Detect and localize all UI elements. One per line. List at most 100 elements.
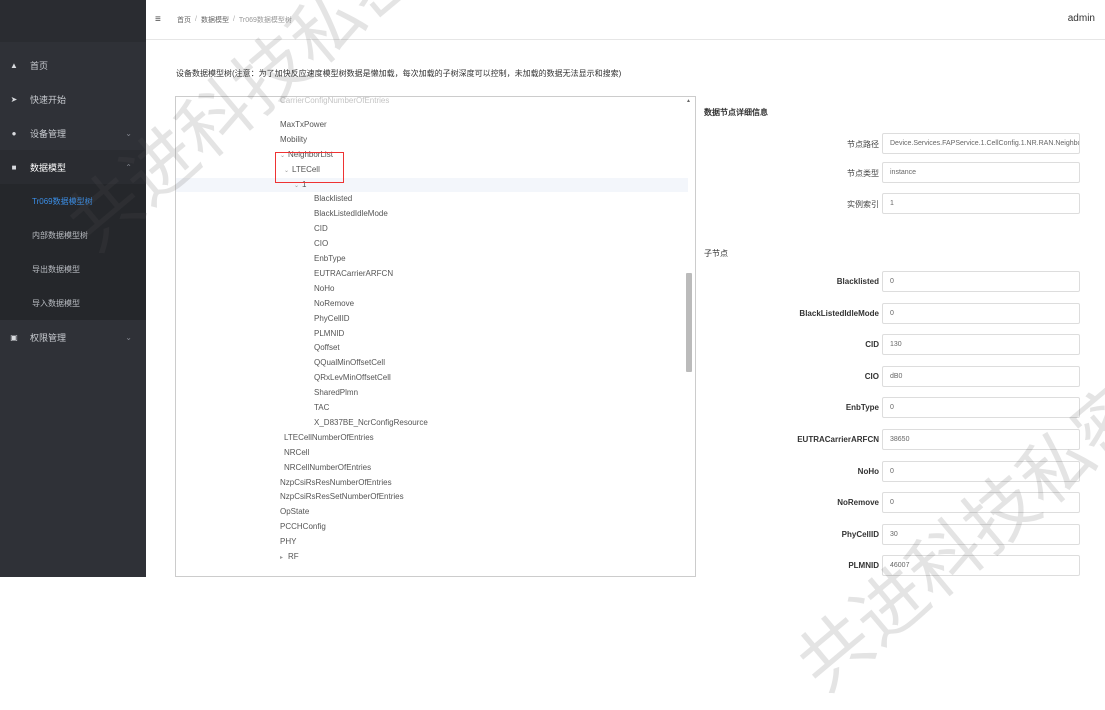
tree-node[interactable]: Mobility (176, 133, 307, 147)
sidebar-subitem-export-model[interactable]: 导出数据模型 (0, 252, 146, 286)
tree-node-label: NRCellNumberOfEntries (284, 462, 372, 472)
user-menu[interactable]: admin (1068, 13, 1095, 24)
child-field-label: EnbType (845, 403, 879, 413)
tree-node[interactable]: NoHo (176, 282, 334, 296)
tree-node[interactable]: LTECellNumberOfEntries (176, 431, 374, 445)
child-field-value[interactable]: 0 (882, 460, 1080, 482)
tree-node[interactable]: Qoffset (176, 341, 340, 355)
tree-node[interactable]: OpState (176, 505, 309, 519)
sidebar-logo (0, 0, 146, 42)
sidebar-item-home[interactable]: ▲ 首页 (0, 48, 146, 82)
tree-node[interactable]: MaxTxPower (176, 118, 327, 132)
tree-node-label: PhyCellID (314, 313, 350, 323)
tree-node[interactable]: TAC (176, 401, 329, 415)
breadcrumb: 首页 / 数据模型 / Tr069数据模型树 (177, 15, 292, 25)
tree-node-label: NoHo (314, 283, 335, 293)
tree-node-label: QRxLevMinOffsetCell (314, 373, 391, 383)
document-icon: ■ (11, 162, 17, 172)
child-field-label: PLMNID (848, 561, 879, 571)
child-field-value[interactable]: 0 (882, 302, 1080, 324)
tree-node-label: SharedPlmn (314, 388, 359, 398)
tree-node[interactable]: ⌄ 1 (176, 177, 688, 192)
tree-node[interactable]: PhyCellID (176, 312, 350, 326)
tree-node[interactable]: SharedPlmn (176, 386, 358, 400)
child-field-value[interactable]: 0 (882, 271, 1080, 292)
tree-node[interactable]: EnbType (176, 252, 346, 266)
child-field-label: PhyCellID (841, 529, 879, 539)
menu-toggle-icon[interactable]: ≡ (155, 14, 169, 25)
field-label: 节点类型 (847, 169, 879, 178)
tree-node-label: CIO (314, 239, 329, 249)
tree-node-label: NzpCsiRsResSetNumberOfEntries (280, 492, 404, 502)
tree-node-label: TAC (314, 403, 330, 412)
id-card-icon: ▣ (10, 332, 18, 342)
chevron-up-icon: ⌃ (125, 162, 132, 172)
tree-node-label: Blacklisted (314, 194, 353, 204)
tree-node[interactable]: ▸ RF (176, 550, 299, 564)
child-field-value[interactable]: 30 (882, 523, 1080, 545)
tree-node[interactable]: QQualMinOffsetCell (176, 356, 385, 370)
child-field-value[interactable]: 0 (882, 397, 1080, 419)
field-value[interactable]: instance (882, 162, 1080, 183)
breadcrumb-home[interactable]: 首页 (177, 15, 191, 25)
field-value[interactable]: 1 (882, 193, 1080, 214)
tree-node-label: Qoffset (314, 343, 340, 353)
scroll-up-icon[interactable]: ▲ (686, 98, 691, 104)
child-field-value[interactable]: 130 (882, 334, 1080, 356)
sidebar-subitem-internal-tree[interactable]: 内部数据模型树 (0, 218, 146, 252)
child-field-label: NoHo (857, 466, 879, 476)
child-field-label: CID (865, 340, 879, 350)
sidebar-item-label: 设备管理 (30, 128, 67, 139)
tree-node[interactable]: NoRemove (176, 297, 354, 311)
tree-node[interactable]: NzpCsiRsResNumberOfEntries (176, 476, 392, 490)
child-field-label: CIO (864, 371, 879, 381)
child-field-value[interactable]: 0 (882, 492, 1080, 514)
child-field-value[interactable]: 46007 (882, 555, 1080, 577)
tree-node-label: PLMNID (314, 328, 345, 338)
tree-node[interactable]: BlackListedIdleMode (176, 207, 388, 221)
tree-node-label: PCCHConfig (280, 522, 326, 532)
tree-node[interactable]: CID (176, 222, 328, 236)
child-field-label: EUTRACarrierARFCN (797, 435, 879, 444)
breadcrumb-current: Tr069数据模型树 (238, 16, 292, 24)
tree-node[interactable]: Blacklisted (176, 192, 352, 206)
tree-node-label: MaxTxPower (280, 119, 327, 129)
sidebar-subitem-tr069-tree[interactable]: Tr069数据模型树 (0, 184, 146, 218)
sidebar-item-data-model[interactable]: ■ 数据模型 ⌃ (0, 150, 146, 184)
child-field-label: NoRemove (837, 498, 879, 508)
tree-node-label: NRCell (284, 447, 310, 457)
child-field-label: Blacklisted (836, 277, 879, 286)
tree-node[interactable]: CarrierConfigNumberOfEntries (176, 97, 389, 108)
sidebar-item-permissions[interactable]: ▣ 权限管理 ⌄ (0, 320, 146, 354)
sidebar-subitem-import-model[interactable]: 导入数据模型 (0, 286, 146, 320)
tree-node[interactable]: NzpCsiRsResSetNumberOfEntries (176, 490, 404, 504)
tree-node[interactable]: EUTRACarrierARFCN (176, 267, 393, 281)
tree-node[interactable]: NRCell (176, 446, 309, 460)
tree-node-label: NzpCsiRsResNumberOfEntries (280, 477, 392, 487)
tree-node-label: LTECellNumberOfEntries (284, 432, 374, 442)
tree-node-label: BlackListedIdleMode (314, 209, 388, 219)
sidebar-item-label: 首页 (30, 60, 49, 71)
tree-node[interactable]: NRCellNumberOfEntries (176, 461, 371, 475)
tree-node[interactable]: PCCHConfig (176, 520, 326, 534)
tree-scroll-thumb[interactable] (686, 273, 692, 372)
tree-node[interactable]: PLMNID (176, 327, 344, 341)
breadcrumb-data-model[interactable]: 数据模型 (201, 15, 229, 25)
field-value[interactable]: Device.Services.FAPService.1.CellConfig.… (882, 133, 1080, 154)
tree-node-label: EnbType (314, 254, 346, 263)
tree-node-label: X_D837BE_NcrConfigResource (314, 417, 428, 427)
tree-node-label: PHY (280, 537, 297, 547)
child-field-value[interactable]: dB0 (882, 365, 1080, 387)
tree-node-label: OpState (280, 507, 310, 517)
tree-node[interactable]: QRxLevMinOffsetCell (176, 371, 391, 385)
child-field-value[interactable]: 38650 (882, 429, 1080, 450)
tree-node[interactable]: CIO (176, 237, 328, 251)
sidebar: ▲ 首页 ➤ 快速开始 ● 设备管理 ⌄ ■ 数据模型 ⌃ Tr069数据模型树… (0, 0, 146, 577)
tree-node[interactable]: X_D837BE_NcrConfigResource (176, 416, 428, 430)
sidebar-item-device-management[interactable]: ● 设备管理 ⌄ (0, 116, 146, 150)
tree-node[interactable]: PHY (176, 535, 296, 549)
send-icon: ➤ (10, 94, 18, 104)
chevron-right-icon[interactable]: ▸ (280, 551, 288, 565)
sidebar-item-quickstart[interactable]: ➤ 快速开始 (0, 82, 146, 116)
sidebar-item-label: 快速开始 (30, 94, 67, 105)
